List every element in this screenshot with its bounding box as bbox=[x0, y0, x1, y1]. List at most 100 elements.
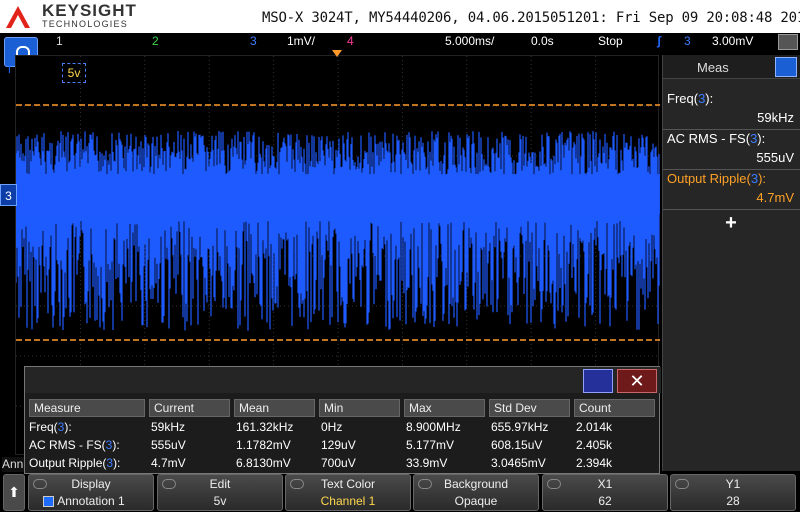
column-header: Mean bbox=[234, 399, 315, 417]
softkey-label: X1 bbox=[597, 477, 613, 491]
softkey-label: Text Color bbox=[320, 477, 376, 491]
timebase[interactable]: 5.000ms/ bbox=[445, 34, 494, 48]
table-cell: 2.014k bbox=[576, 420, 613, 434]
table-cell-measure: AC RMS - FS(3): bbox=[29, 438, 120, 452]
channel-1-label[interactable]: 1 bbox=[56, 34, 63, 48]
measurement-name-suffix: ): bbox=[758, 171, 767, 186]
table-cell: 1.1782mV bbox=[236, 438, 291, 452]
softkey-label: Y1 bbox=[725, 477, 741, 491]
table-cell: 608.15uV bbox=[491, 438, 543, 452]
column-header: Measure bbox=[29, 399, 145, 417]
measure-name: AC RMS - FS( bbox=[29, 438, 106, 452]
measurement-name-text: Freq( bbox=[667, 91, 699, 106]
keysight-logo-icon bbox=[6, 6, 30, 28]
table-cell: 6.8130mV bbox=[236, 456, 291, 470]
divider bbox=[663, 209, 800, 210]
column-header: Min bbox=[319, 399, 400, 417]
table-cell: 3.0465mV bbox=[491, 456, 546, 470]
table-cell: 2.405k bbox=[576, 438, 613, 452]
measurement-name-text: Output Ripple( bbox=[667, 171, 751, 186]
softkey-background[interactable]: Background Opaque bbox=[413, 474, 539, 511]
softkey-label: Background bbox=[443, 477, 509, 491]
measurement-name[interactable]: Output Ripple(3): bbox=[667, 171, 766, 186]
menu-icon[interactable] bbox=[778, 34, 798, 50]
column-header: Max bbox=[404, 399, 485, 417]
measure-suffix: ): bbox=[112, 438, 120, 452]
measurement-name-suffix: ): bbox=[705, 91, 714, 106]
softkey-value: Opaque bbox=[454, 494, 498, 508]
status-bar: 1 2 3 1mV/ 4 5.000ms/ 0.0s Stop ʃ 3 3.00… bbox=[0, 33, 800, 50]
trigger-level[interactable]: 3.00mV bbox=[712, 34, 753, 48]
statistics-dialog: ✕ Measure Current Mean Min Max Std Dev Count Fr… bbox=[24, 366, 661, 474]
softkey-x1[interactable]: X1 62 bbox=[542, 474, 668, 511]
channel-4-label[interactable]: 4 bbox=[347, 34, 354, 48]
column-header: Count bbox=[574, 399, 655, 417]
measure-name: Output Ripple( bbox=[29, 456, 107, 470]
table-cell: 33.9mV bbox=[406, 456, 448, 470]
statistics-titlebar bbox=[25, 367, 661, 393]
list-view-icon[interactable] bbox=[583, 369, 613, 393]
channel-3-label[interactable]: 3 bbox=[250, 34, 257, 48]
measurement-name[interactable]: Freq(3): bbox=[667, 91, 713, 106]
time-reference-marker: T bbox=[6, 64, 13, 76]
channel-ground-marker[interactable]: 3 bbox=[0, 184, 17, 206]
softkey-value: 5v bbox=[213, 494, 227, 508]
measure-suffix: ): bbox=[64, 420, 72, 434]
close-button[interactable]: ✕ bbox=[617, 369, 657, 393]
measurement-panel-title: Meas bbox=[697, 60, 729, 75]
annotation-label[interactable]: 5v bbox=[62, 63, 86, 83]
brand-name: KEYSIGHT bbox=[42, 1, 137, 20]
measurement-name-suffix: ): bbox=[757, 131, 766, 146]
measurement-value: 4.7mV bbox=[756, 190, 794, 205]
softkey-value: 62 bbox=[598, 494, 612, 508]
table-cell-measure: Freq(3): bbox=[29, 420, 72, 434]
brand-subtitle: TECHNOLOGIES bbox=[42, 19, 128, 29]
table-cell: 59kHz bbox=[151, 420, 186, 434]
table-cell: 655.97kHz bbox=[491, 420, 549, 434]
instrument-info: MSO-X 3024T, MY54440206, 04.06.201505120… bbox=[262, 10, 800, 26]
channel-2-label[interactable]: 2 bbox=[152, 34, 159, 48]
vertical-scale[interactable]: 1mV/ bbox=[287, 34, 315, 48]
measurement-value: 555uV bbox=[756, 150, 794, 165]
back-button[interactable]: ⬆ bbox=[3, 474, 25, 511]
table-cell: 5.177mV bbox=[406, 438, 455, 452]
trigger-edge-icon: ʃ bbox=[657, 34, 661, 48]
measure-name: Freq( bbox=[29, 420, 58, 434]
trigger-position-marker[interactable] bbox=[332, 50, 342, 57]
measurement-value: 59kHz bbox=[757, 110, 794, 125]
softkey-bar: ⬆ Display Annotation 1 Edit 5v Text Color Cha… bbox=[0, 474, 800, 512]
measurement-name-text: AC RMS - FS( bbox=[667, 131, 751, 146]
measurement-panel: Meas Freq(3): 59kHz AC RMS - FS(3): 555uV Ou… bbox=[662, 55, 800, 471]
annotation-tab[interactable]: Ann bbox=[2, 457, 24, 472]
softkey-y1[interactable]: Y1 28 bbox=[670, 474, 796, 511]
table-cell: 700uV bbox=[321, 456, 356, 470]
softkey-label: Edit bbox=[209, 477, 231, 491]
add-measurement-button[interactable]: + bbox=[721, 213, 741, 233]
softkey-value: 28 bbox=[726, 494, 740, 508]
table-cell: 4.7mV bbox=[151, 456, 186, 470]
run-state[interactable]: Stop bbox=[598, 34, 623, 48]
table-cell: 555uV bbox=[151, 438, 186, 452]
table-cell-measure: Output Ripple(3): bbox=[29, 456, 120, 470]
measurement-panel-header: Meas bbox=[663, 55, 800, 79]
table-cell: 0Hz bbox=[321, 420, 343, 434]
measurement-channel: 3 bbox=[750, 171, 759, 186]
measure-suffix: ): bbox=[113, 456, 121, 470]
delay[interactable]: 0.0s bbox=[531, 34, 554, 48]
trigger-channel[interactable]: 3 bbox=[684, 34, 691, 48]
panel-select-icon[interactable] bbox=[775, 57, 797, 77]
column-header: Std Dev bbox=[489, 399, 570, 417]
table-cell: 2.394k bbox=[576, 456, 613, 470]
divider bbox=[663, 129, 800, 130]
softkey-edit[interactable]: Edit 5v bbox=[157, 474, 283, 511]
display-checkbox[interactable] bbox=[43, 496, 54, 507]
table-cell: 161.32kHz bbox=[236, 420, 294, 434]
header-bar: KEYSIGHT TECHNOLOGIES MSO-X 3024T, MY544… bbox=[0, 0, 800, 33]
measurement-name[interactable]: AC RMS - FS(3): bbox=[667, 131, 765, 146]
softkey-value: Channel 1 bbox=[320, 494, 376, 508]
softkey-display[interactable]: Display Annotation 1 bbox=[28, 474, 154, 511]
column-header: Current bbox=[149, 399, 230, 417]
softkey-label: Display bbox=[71, 477, 111, 491]
softkey-text-color[interactable]: Text Color Channel 1 bbox=[285, 474, 411, 511]
table-cell: 129uV bbox=[321, 438, 356, 452]
